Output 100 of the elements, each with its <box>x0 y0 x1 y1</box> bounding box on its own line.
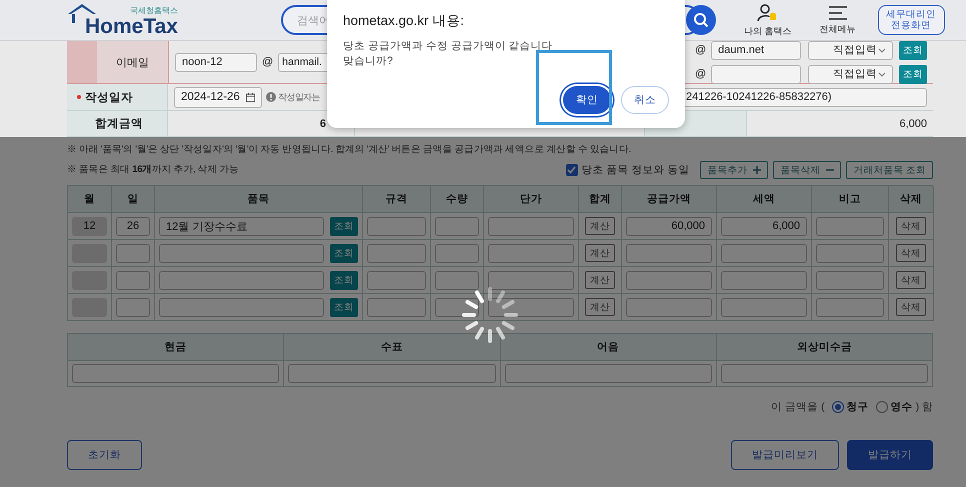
email-domain-field[interactable]: daum.net <box>711 40 802 60</box>
lookup-button[interactable]: 조회 <box>330 244 358 262</box>
at-sign: @ <box>695 44 706 56</box>
calculate-button[interactable]: 계산 <box>585 217 615 235</box>
total-tax: 6,000 <box>898 116 928 132</box>
dialog-button[interactable]: 취소 <box>621 86 669 114</box>
payment-field[interactable] <box>288 364 496 383</box>
quantity-field[interactable] <box>435 244 479 262</box>
calculate-button[interactable]: 계산 <box>585 244 615 262</box>
supply-amount-field[interactable]: 60,000 <box>626 216 712 236</box>
column-header: 규격 <box>363 186 431 213</box>
form-action-button[interactable]: 발급미리보기 <box>731 440 839 470</box>
column-header: 현금 <box>68 334 284 361</box>
column-header: 단가 <box>484 186 579 213</box>
tax-field[interactable]: 6,000 <box>721 216 807 236</box>
item-name-field[interactable] <box>159 298 324 316</box>
calculate-button[interactable]: 계산 <box>585 271 615 289</box>
column-header: 수량 <box>431 186 484 213</box>
receipt-text: 이 금액을 ( <box>771 400 825 414</box>
plus-icon <box>753 166 762 174</box>
tax-field[interactable] <box>721 298 807 316</box>
header-menu-item[interactable]: 전체메뉴 <box>820 4 856 36</box>
month-field: 12 <box>72 216 107 236</box>
column-header: 합계 <box>579 186 622 213</box>
supply-amount-field[interactable] <box>626 270 712 290</box>
column-header: 외상미수금 <box>716 334 933 361</box>
remark-field[interactable] <box>816 244 884 262</box>
payment-field[interactable] <box>72 364 280 383</box>
dialog-message: 당초 공급가액과 수정 공급가액이 같습니다 <box>343 39 554 54</box>
lookup-button[interactable]: 조회 <box>899 64 928 84</box>
quantity-field[interactable] <box>435 216 479 236</box>
unit-price-field[interactable] <box>488 216 574 236</box>
dialog-button[interactable]: 확인 <box>563 86 611 114</box>
form-action-button[interactable]: 초기화 <box>67 440 142 470</box>
calculate-button[interactable]: 계산 <box>585 298 615 316</box>
chevron-down-icon <box>878 48 886 52</box>
payment-field[interactable] <box>720 364 928 383</box>
item-name-field[interactable] <box>159 270 324 290</box>
email-id-field[interactable]: noon-12 <box>175 52 257 72</box>
spec-field[interactable] <box>367 298 426 316</box>
menu-icon <box>828 4 848 20</box>
remark-field[interactable] <box>816 298 884 316</box>
radio-button[interactable] <box>832 401 844 413</box>
tax-field[interactable] <box>721 270 807 290</box>
item-name-field[interactable] <box>159 244 324 262</box>
remark-field[interactable] <box>816 270 884 290</box>
logo-text: HomeTax <box>85 16 178 38</box>
chevron-down-icon <box>878 72 886 76</box>
domain-select[interactable]: 직접입력 <box>808 64 894 84</box>
lookup-button[interactable]: 조회 <box>330 270 358 290</box>
unit-price-field[interactable] <box>488 270 574 290</box>
item-name-field[interactable]: 12월 기장수수료 <box>159 216 324 236</box>
delete-button[interactable]: 삭제 <box>896 244 926 262</box>
column-header: 삭제 <box>889 186 934 213</box>
search-icon <box>693 12 709 28</box>
delete-button[interactable]: 삭제 <box>896 298 926 316</box>
tax-field[interactable] <box>721 244 807 262</box>
radio-button[interactable] <box>876 401 888 413</box>
label-strip <box>67 41 97 83</box>
email-domain-field[interactable] <box>711 64 802 84</box>
unit-price-field[interactable] <box>488 244 574 262</box>
radio-label: 영수 <box>890 400 913 414</box>
checkbox-label: 당초 품목 정보와 동일 <box>582 163 690 177</box>
domain-select[interactable]: 직접입력 <box>808 40 894 60</box>
calendar-icon <box>246 92 255 102</box>
lookup-button[interactable]: 조회 <box>330 298 358 316</box>
agent-screen-button[interactable]: 세무대리인 전용화면 <box>878 5 945 35</box>
day-field[interactable] <box>116 298 150 316</box>
column-header: 품목 <box>155 186 363 213</box>
field-label: 합계금액 <box>67 111 168 136</box>
lookup-button[interactable]: 조회 <box>330 216 358 236</box>
day-field[interactable] <box>116 270 150 290</box>
item-action-button[interactable]: 거래처품목 조회 <box>846 161 933 179</box>
item-action-button[interactable]: 품목추가 <box>700 161 768 179</box>
quantity-field[interactable] <box>435 270 479 290</box>
supply-amount-field[interactable] <box>626 244 712 262</box>
spec-field[interactable] <box>367 216 426 236</box>
item-action-button[interactable]: 품목삭제 <box>773 161 842 179</box>
checkbox[interactable] <box>566 164 578 176</box>
search-button[interactable] <box>686 5 716 35</box>
spec-field[interactable] <box>367 270 426 290</box>
remark-field[interactable] <box>816 216 884 236</box>
supply-amount-field[interactable] <box>626 298 712 316</box>
column-header: 일 <box>112 186 155 213</box>
day-field[interactable]: 26 <box>116 216 150 236</box>
payment-field[interactable] <box>504 364 712 383</box>
at-sign: @ <box>262 56 274 68</box>
receipt-text: ) 함 <box>916 400 933 414</box>
info-icon <box>266 92 276 102</box>
spec-field[interactable] <box>367 244 426 262</box>
form-action-button[interactable]: 발급하기 <box>847 440 933 470</box>
dialog-title: hometax.go.kr 내용: <box>343 12 466 30</box>
lookup-button[interactable]: 조회 <box>899 40 928 60</box>
unit-price-field[interactable] <box>488 298 574 316</box>
date-field[interactable]: 2024-12-26 <box>174 86 262 108</box>
column-header: 월 <box>68 186 112 213</box>
delete-button[interactable]: 삭제 <box>896 217 926 235</box>
delete-button[interactable]: 삭제 <box>896 271 926 289</box>
day-field[interactable] <box>116 244 150 262</box>
header-menu-item[interactable]: 나의 홈택스 <box>744 2 792 38</box>
